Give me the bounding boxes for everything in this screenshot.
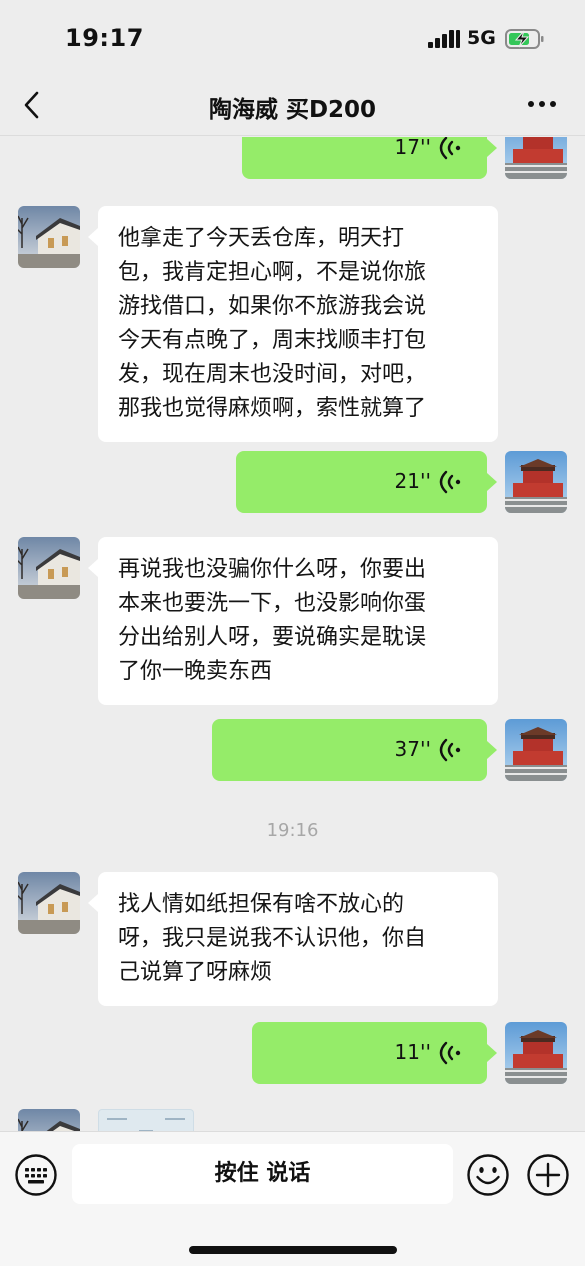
message-line: 游找借口，如果你不旅游我会说 <box>118 294 427 319</box>
voice-message[interactable]: 17'' <box>242 137 497 179</box>
voice-wave-icon <box>439 738 461 762</box>
message-line: 了你一晚卖东西 <box>118 659 273 684</box>
message-list[interactable]: 17'' 他拿走了今天丢仓库，明天打 包，我肯定担心啊，不是说你旅 游找借口，如… <box>0 137 585 1131</box>
contact-avatar[interactable] <box>18 206 80 268</box>
message-line: 本来也要洗一下，也没影响你蛋 <box>118 591 427 616</box>
emoji-icon[interactable] <box>466 1153 510 1197</box>
voice-message[interactable]: 37'' <box>212 719 497 781</box>
time-divider: 19:16 <box>266 820 319 841</box>
message-line: 己说算了呀麻烦 <box>118 960 273 985</box>
status-bar: 19:17 5G <box>0 0 585 80</box>
text-message[interactable]: 再说我也没骗你什么呀，你要出 本来也要洗一下，也没影响你蛋 分出给别人呀，要说确… <box>88 537 498 705</box>
voice-wave-icon <box>439 470 461 494</box>
voice-message[interactable]: 21'' <box>236 451 497 513</box>
input-bar: 按住 说话 <box>0 1131 585 1266</box>
more-dots-icon[interactable] <box>528 101 558 109</box>
message-line: 再说我也没骗你什么呀，你要出 <box>118 557 427 582</box>
network-label: 5G <box>467 27 496 49</box>
my-avatar[interactable] <box>505 1022 567 1084</box>
message-line: 呀，我只是说我不认识他，你自 <box>118 926 427 951</box>
message-line: 那我也觉得麻烦啊，索性就算了 <box>118 396 427 421</box>
plus-icon[interactable] <box>526 1153 570 1197</box>
message-line: 分出给别人呀，要说确实是耽误 <box>118 625 427 650</box>
chat-title: 陶海威 买D200 <box>208 97 377 123</box>
my-avatar[interactable] <box>505 137 567 179</box>
message-line: 他拿走了今天丢仓库，明天打 <box>118 226 405 251</box>
message-line: 包，我肯定担心啊，不是说你旅 <box>118 260 427 285</box>
signal-bars-icon <box>428 30 460 48</box>
contact-avatar[interactable] <box>18 872 80 934</box>
text-message[interactable]: 他拿走了今天丢仓库，明天打 包，我肯定担心啊，不是说你旅 游找借口，如果你不旅游… <box>88 206 498 442</box>
voice-duration: 37'' <box>394 737 431 761</box>
voice-duration: 11'' <box>394 1040 431 1064</box>
image-message[interactable] <box>98 1109 194 1131</box>
message-line: 找人情如纸担保有啥不放心的 <box>118 892 405 917</box>
voice-duration: 17'' <box>394 137 431 159</box>
home-indicator <box>189 1246 397 1254</box>
voice-duration: 21'' <box>394 469 431 493</box>
my-avatar[interactable] <box>505 719 567 781</box>
voice-wave-icon <box>439 137 461 160</box>
contact-avatar[interactable] <box>18 1109 80 1131</box>
nav-bar: 陶海威 买D200 <box>0 80 585 136</box>
hold-to-talk-button[interactable]: 按住 说话 <box>72 1144 453 1204</box>
keyboard-icon[interactable] <box>14 1153 58 1197</box>
message-line: 发，现在周末也没时间，对吧， <box>118 362 427 387</box>
status-time: 19:17 <box>65 24 144 52</box>
voice-wave-icon <box>439 1041 461 1065</box>
my-avatar[interactable] <box>505 451 567 513</box>
contact-avatar[interactable] <box>18 537 80 599</box>
text-message[interactable]: 找人情如纸担保有啥不放心的 呀，我只是说我不认识他，你自 己说算了呀麻烦 <box>88 872 498 1006</box>
battery-charging-icon <box>505 29 544 49</box>
voice-message[interactable]: 11'' <box>252 1022 497 1084</box>
message-line: 今天有点晚了，周末找顺丰打包 <box>118 328 427 353</box>
